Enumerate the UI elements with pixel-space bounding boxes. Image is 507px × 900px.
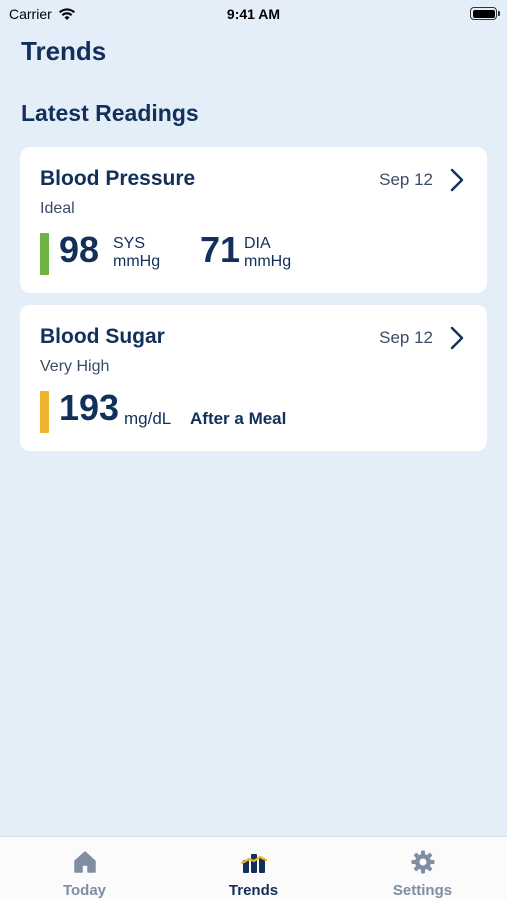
section-title: Latest Readings xyxy=(21,100,199,126)
chevron-right-icon xyxy=(450,326,464,350)
reading-status: Very High xyxy=(40,358,110,375)
tab-trends[interactable]: Trends xyxy=(169,837,338,900)
trends-icon xyxy=(241,854,267,873)
card-title: Blood Sugar xyxy=(40,325,165,348)
gear-icon xyxy=(411,850,435,874)
home-icon xyxy=(74,851,96,873)
card-title: Blood Pressure xyxy=(40,167,196,190)
tab-settings[interactable]: Settings xyxy=(338,837,507,900)
tab-today[interactable]: Today xyxy=(0,837,169,900)
diastolic-label: DIA xyxy=(244,235,271,252)
tab-label: Settings xyxy=(392,882,453,899)
meal-context: After a Meal xyxy=(190,409,287,428)
tab-bar: Today Trends Settings xyxy=(0,836,507,900)
systolic-unit: SYS mmHg xyxy=(113,235,160,272)
tab-label: Today xyxy=(62,882,107,899)
status-indicator-bar xyxy=(40,391,49,433)
systolic-label: SYS xyxy=(113,235,146,252)
diastolic-unit-text: mmHg xyxy=(244,253,292,271)
status-bar: Carrier 9:41 AM xyxy=(0,0,507,30)
reading-status: Ideal xyxy=(40,200,75,217)
status-indicator-bar xyxy=(40,233,49,275)
blood-sugar-card[interactable]: Blood Sugar Sep 12 Very High 193 mg/dL A… xyxy=(20,305,487,451)
systolic-unit-text: mmHg xyxy=(113,253,161,271)
page-title: Trends xyxy=(21,36,107,66)
diastolic-value: 71 xyxy=(200,229,241,270)
blood-pressure-card[interactable]: Blood Pressure Sep 12 Ideal 98 SYS mmHg … xyxy=(20,147,487,293)
chevron-right-icon xyxy=(450,168,464,192)
systolic-value: 98 xyxy=(59,229,100,270)
battery-icon xyxy=(470,7,500,20)
card-date: Sep 12 xyxy=(379,328,433,347)
diastolic-unit: DIA mmHg xyxy=(244,235,291,272)
tab-label: Trends xyxy=(228,882,279,899)
status-time: 9:41 AM xyxy=(226,6,281,22)
card-date: Sep 12 xyxy=(379,170,433,189)
glucose-value: 193 xyxy=(59,387,120,428)
glucose-unit: mg/dL xyxy=(124,409,172,428)
